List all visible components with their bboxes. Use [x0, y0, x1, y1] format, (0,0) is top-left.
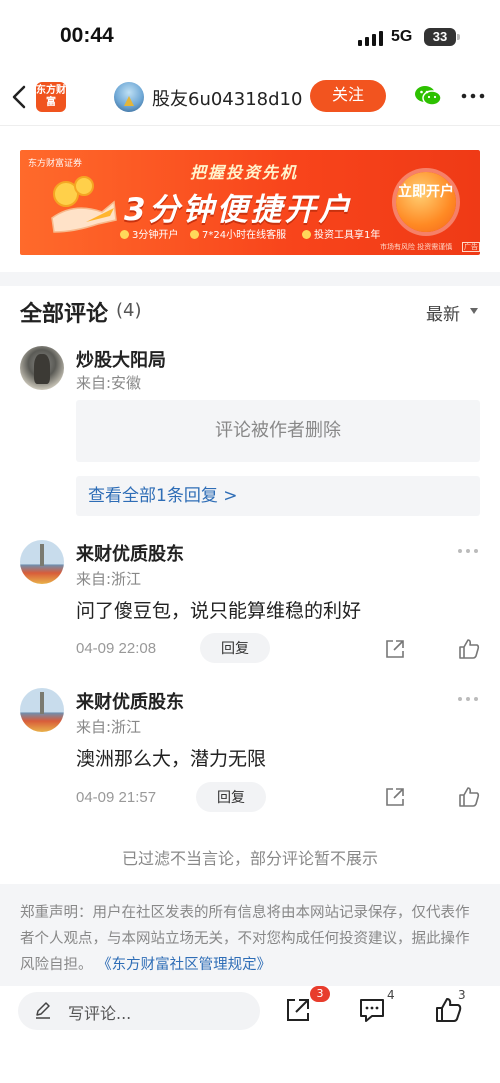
- more-options-icon[interactable]: [460, 84, 486, 108]
- status-bar: 00:44 5G 33: [0, 0, 500, 70]
- back-arrow-icon[interactable]: [10, 82, 30, 112]
- ad-tag: 广告: [462, 242, 480, 252]
- chevron-down-icon[interactable]: [470, 308, 478, 314]
- open-account-button[interactable]: 立即开户: [396, 172, 456, 232]
- banner-title: 3分钟便捷开户: [124, 192, 353, 228]
- banner-feature-1: 3分钟开户: [120, 226, 178, 241]
- nav-bar: 东方财富 股友6u04318d10 关注: [0, 70, 500, 126]
- disclaimer: 郑重声明：用户在社区发表的所有信息将由本网站记录保存，仅代表作者个人观点，与本网…: [0, 884, 500, 994]
- comment-text: 澳洲那么大，潜力无限: [76, 748, 267, 770]
- account-opening-banner[interactable]: 东方财富证券 把握投资先机 3分钟便捷开户 3分钟开户 7*24小时在线客服 投…: [20, 150, 480, 255]
- banner-brand: 东方财富证券: [28, 159, 83, 169]
- share-count-badge: 3: [310, 986, 330, 1002]
- hand-coin-icon: [51, 176, 117, 233]
- view-all-replies-link[interactable]: 查看全部1条回复 >: [76, 476, 480, 516]
- avatar[interactable]: [20, 688, 64, 732]
- comments-count: (4): [116, 300, 142, 321]
- share-icon[interactable]: [384, 638, 406, 660]
- avatar[interactable]: [20, 540, 64, 584]
- write-comment-placeholder: 写评论...: [68, 1004, 132, 1023]
- comment-icon[interactable]: [358, 996, 386, 1024]
- reply-button[interactable]: 回复: [196, 782, 266, 812]
- comment-username[interactable]: 来财优质股东: [76, 688, 184, 714]
- signal-icon: [358, 30, 384, 46]
- avatar[interactable]: [20, 346, 64, 390]
- write-comment-input[interactable]: 写评论...: [18, 992, 260, 1030]
- reply-button[interactable]: 回复: [200, 633, 270, 663]
- thumbs-up-icon[interactable]: [458, 638, 480, 660]
- comment-username[interactable]: 炒股大阳局: [76, 346, 166, 372]
- filtered-notice: 已过滤不当言论，部分评论暂不展示: [121, 849, 378, 868]
- community-rules-link[interactable]: 《东方财富社区管理规定》: [97, 957, 271, 973]
- banner-subtitle: 把握投资先机: [190, 163, 299, 182]
- section-divider: [0, 272, 500, 286]
- battery-icon: 33: [424, 28, 456, 46]
- banner-risk-note: 市场有风险 投资需谨慎: [380, 243, 453, 251]
- comment-count: 4: [387, 988, 395, 1002]
- comment-location: 来自:浙江: [76, 718, 142, 736]
- comments-title: 全部评论: [20, 302, 109, 327]
- banner-feature-2: 7*24小时在线客服: [190, 226, 286, 241]
- author-name[interactable]: 股友6u04318d10: [152, 85, 302, 111]
- comment-username[interactable]: 来财优质股东: [76, 540, 184, 566]
- comment-time: 04-09 22:08: [76, 640, 157, 657]
- thumbs-up-icon[interactable]: [458, 786, 480, 808]
- pencil-icon: [36, 1002, 50, 1019]
- app-logo[interactable]: 东方财富: [36, 82, 66, 112]
- wechat-share-icon[interactable]: [414, 84, 442, 108]
- deleted-comment-notice: 评论被作者删除: [76, 400, 480, 462]
- comment-location: 来自:安徽: [76, 374, 142, 392]
- comment-text: 问了傻豆包，说只能算维稳的利好: [76, 600, 362, 622]
- status-time: 00:44: [60, 24, 114, 47]
- like-count: 3: [458, 988, 466, 1002]
- sort-dropdown[interactable]: 最新: [426, 300, 460, 325]
- more-options-icon[interactable]: [458, 697, 480, 703]
- share-icon[interactable]: [384, 786, 406, 808]
- battery-tip: [457, 34, 460, 40]
- bottom-bar: 写评论... 3 4 3: [0, 986, 500, 1083]
- network-type: 5G: [391, 28, 413, 45]
- more-options-icon[interactable]: [458, 549, 480, 555]
- author-avatar[interactable]: [114, 82, 144, 112]
- comment-time: 04-09 21:57: [76, 789, 157, 806]
- banner-feature-3: 投资工具享1年: [302, 226, 380, 241]
- follow-button[interactable]: 关注: [310, 80, 386, 112]
- share-icon[interactable]: [284, 996, 312, 1024]
- comment-location: 来自:浙江: [76, 570, 142, 588]
